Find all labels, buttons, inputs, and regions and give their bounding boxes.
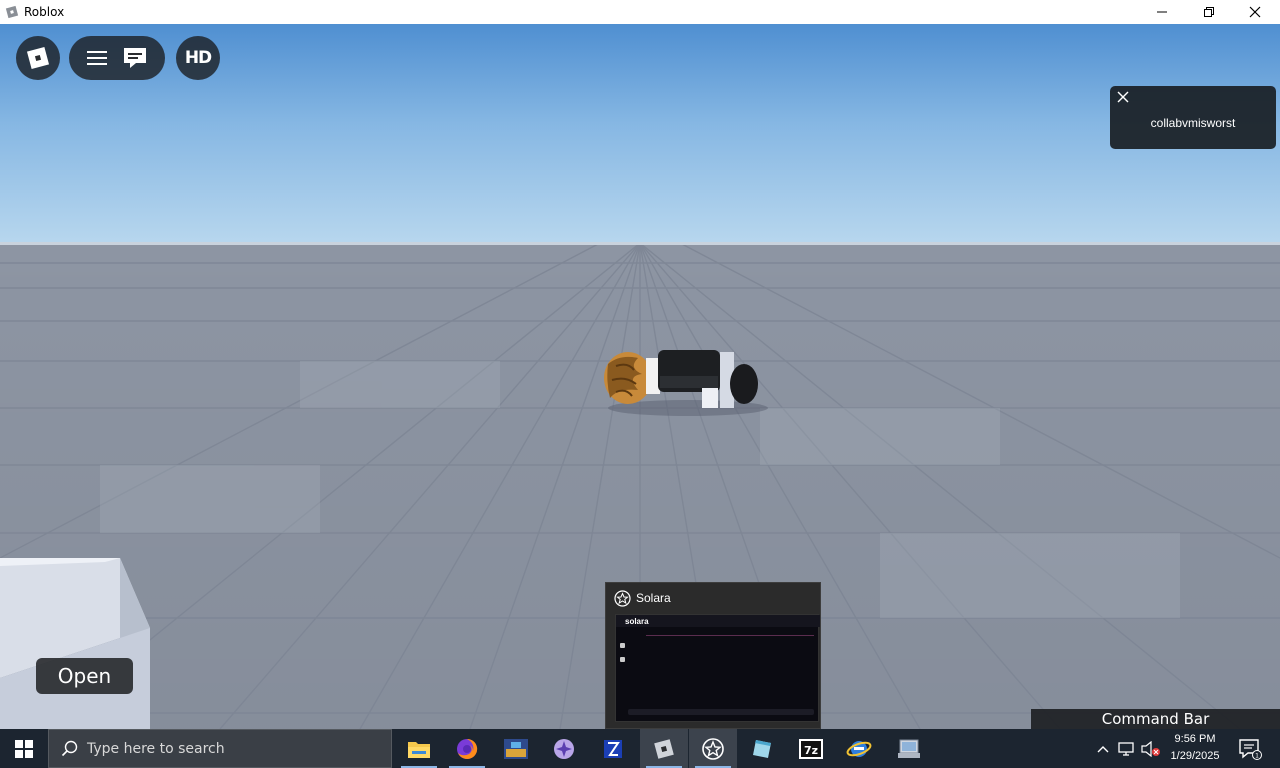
tray-volume[interactable] [1140, 729, 1162, 768]
minimize-button[interactable] [1139, 0, 1185, 24]
search-placeholder: Type here to search [87, 740, 225, 757]
purple-app-icon [554, 738, 574, 759]
restore-icon [1204, 7, 1214, 17]
minimize-icon [1157, 11, 1167, 13]
roblox-logo-icon [26, 46, 50, 70]
notification-text: collabvmisworst [1150, 116, 1236, 130]
svg-text:7z: 7z [804, 744, 818, 757]
taskbar-preview-solara[interactable]: Solara solara [605, 582, 821, 729]
clock-date: 1/29/2025 [1170, 750, 1220, 762]
title-bar: Roblox [0, 0, 1280, 24]
player-character[interactable] [598, 346, 768, 418]
preview-thumbnail: solara [615, 614, 820, 722]
search-icon [61, 740, 78, 756]
character-shirt [646, 358, 660, 394]
notification-toast: collabvmisworst [1110, 86, 1276, 149]
taskbar-7zip[interactable]: 7z [787, 729, 835, 768]
start-button[interactable] [0, 729, 48, 768]
hamburger-menu-icon[interactable] [86, 49, 108, 67]
taskbar-search-box[interactable]: Type here to search [48, 729, 392, 768]
blue-app-icon [604, 739, 622, 758]
notification-center-icon: 1 [1239, 738, 1262, 760]
horizon-line [0, 242, 1280, 245]
taskbar-app-3[interactable] [492, 729, 540, 768]
taskbar-app-11[interactable] [885, 729, 933, 768]
thumbnail-editor-line [646, 635, 814, 636]
windows-logo-icon [15, 739, 33, 758]
thumbnail-side-icon [620, 643, 625, 648]
preview-title: Solara [636, 591, 671, 605]
character-legs [730, 364, 758, 404]
window-title: Roblox [24, 5, 65, 19]
taskbar-app-8[interactable] [738, 729, 786, 768]
volume-muted-icon [1141, 740, 1160, 757]
hd-admin-button[interactable]: HD [176, 36, 220, 80]
taskbar-solara[interactable] [689, 729, 737, 768]
notification-close-icon[interactable] [1116, 90, 1130, 104]
restore-button[interactable] [1186, 0, 1232, 24]
tray-network[interactable] [1116, 729, 1138, 768]
close-button[interactable] [1232, 0, 1278, 24]
thumbnail-side-icon [620, 657, 625, 662]
notepad-app-icon [753, 739, 771, 758]
thumbnail-label: solara [625, 617, 649, 626]
game-app-icon [504, 738, 528, 759]
thumbnail-footer [628, 709, 814, 715]
close-icon [1249, 6, 1261, 18]
clock-time: 9:56 PM [1174, 733, 1216, 745]
roblox-app-icon [5, 5, 19, 19]
character-hair [604, 352, 652, 404]
taskbar-roblox[interactable] [640, 729, 688, 768]
chat-icon[interactable] [122, 46, 148, 70]
taskbar-app-5[interactable] [589, 729, 637, 768]
tray-overflow-button[interactable] [1094, 729, 1112, 768]
taskbar-app-10[interactable] [835, 729, 883, 768]
open-button[interactable]: Open [36, 658, 133, 694]
firefox-icon [457, 738, 478, 759]
taskbar-clock[interactable]: 9:56 PM 1/29/2025 [1166, 731, 1224, 767]
part-block[interactable] [0, 558, 170, 729]
chevron-up-icon [1097, 745, 1109, 752]
svg-text:1: 1 [1255, 752, 1259, 759]
taskbar-firefox[interactable] [443, 729, 491, 768]
menu-chat-group [69, 36, 165, 80]
folder-icon [408, 741, 430, 758]
screen: Roblox HD collabvmisworst Open Command B… [0, 0, 1280, 768]
computer-app-icon [898, 739, 920, 758]
solara-icon [614, 590, 631, 607]
7zip-icon: 7z [799, 738, 823, 759]
roblox-menu-button[interactable] [16, 36, 60, 80]
roblox-icon [654, 738, 674, 759]
command-bar[interactable]: Command Bar [1031, 709, 1280, 729]
taskbar: Type here to search 7z 9:56 PM 1/29/2025… [0, 729, 1280, 768]
internet-explorer-icon [846, 740, 872, 757]
taskbar-file-explorer[interactable] [395, 729, 443, 768]
network-icon [1118, 741, 1134, 756]
action-center-button[interactable]: 1 [1232, 729, 1268, 768]
taskbar-app-4[interactable] [540, 729, 588, 768]
solara-star-icon [702, 737, 724, 760]
